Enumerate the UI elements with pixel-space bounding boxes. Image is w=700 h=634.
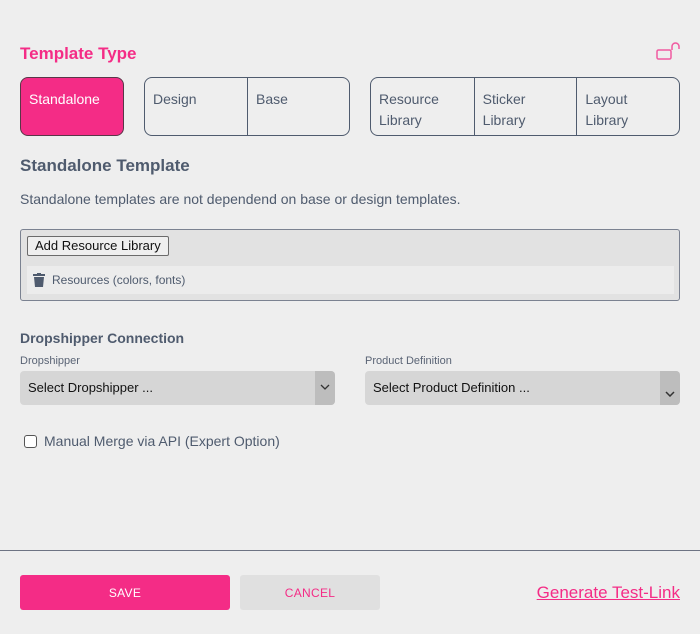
- template-type-standalone[interactable]: Standalone: [21, 78, 123, 135]
- template-type-library-group: Resource Library Sticker Library Layout …: [370, 77, 680, 136]
- product-definition-select[interactable]: Select Product Definition ...: [365, 371, 680, 405]
- manual-merge-label[interactable]: Manual Merge via API (Expert Option): [44, 433, 280, 449]
- add-resource-library-button[interactable]: Add Resource Library: [27, 236, 169, 256]
- dropshipper-select[interactable]: Select Dropshipper ...: [20, 371, 335, 405]
- chevron-down-icon: [320, 384, 330, 390]
- resource-library-item-label: Resources (colors, fonts): [52, 273, 186, 287]
- standalone-template-description: Standalone templates are not dependend o…: [20, 191, 461, 207]
- template-type-standalone-group: Standalone: [20, 77, 124, 136]
- product-definition-select-value: Select Product Definition ...: [373, 380, 530, 395]
- manual-merge-checkbox[interactable]: [24, 434, 37, 448]
- manual-merge-option: Manual Merge via API (Expert Option): [24, 433, 280, 449]
- template-type-layout-library[interactable]: Layout Library: [576, 78, 679, 135]
- unlock-icon[interactable]: [655, 41, 681, 63]
- resource-library-panel: Add Resource Library Resources (colors, …: [20, 229, 680, 301]
- footer-divider: [0, 550, 700, 551]
- template-type-design[interactable]: Design: [145, 78, 247, 135]
- cancel-button[interactable]: CANCEL: [240, 575, 380, 610]
- chevron-down-icon: [665, 391, 675, 397]
- dropshipper-select-arrow: [315, 371, 335, 405]
- product-definition-select-arrow: [660, 371, 680, 405]
- product-definition-label: Product Definition: [365, 355, 452, 367]
- standalone-template-title: Standalone Template: [20, 156, 190, 175]
- template-type-sticker-library[interactable]: Sticker Library: [473, 78, 577, 135]
- template-settings-page: Template Type Standalone Design Base Res…: [0, 0, 700, 634]
- trash-icon[interactable]: [33, 273, 45, 287]
- resource-library-item: Resources (colors, fonts): [27, 266, 674, 294]
- generate-test-link[interactable]: Generate Test-Link: [537, 583, 680, 603]
- template-type-design-base-group: Design Base: [144, 77, 350, 136]
- dropshipper-select-value: Select Dropshipper ...: [28, 380, 154, 395]
- template-type-title: Template Type: [20, 44, 137, 63]
- save-button[interactable]: SAVE: [20, 575, 230, 610]
- template-type-resource-library[interactable]: Resource Library: [371, 78, 474, 135]
- dropshipper-label: Dropshipper: [20, 355, 80, 367]
- dropshipper-connection-title: Dropshipper Connection: [20, 330, 185, 346]
- template-type-base[interactable]: Base: [247, 78, 349, 135]
